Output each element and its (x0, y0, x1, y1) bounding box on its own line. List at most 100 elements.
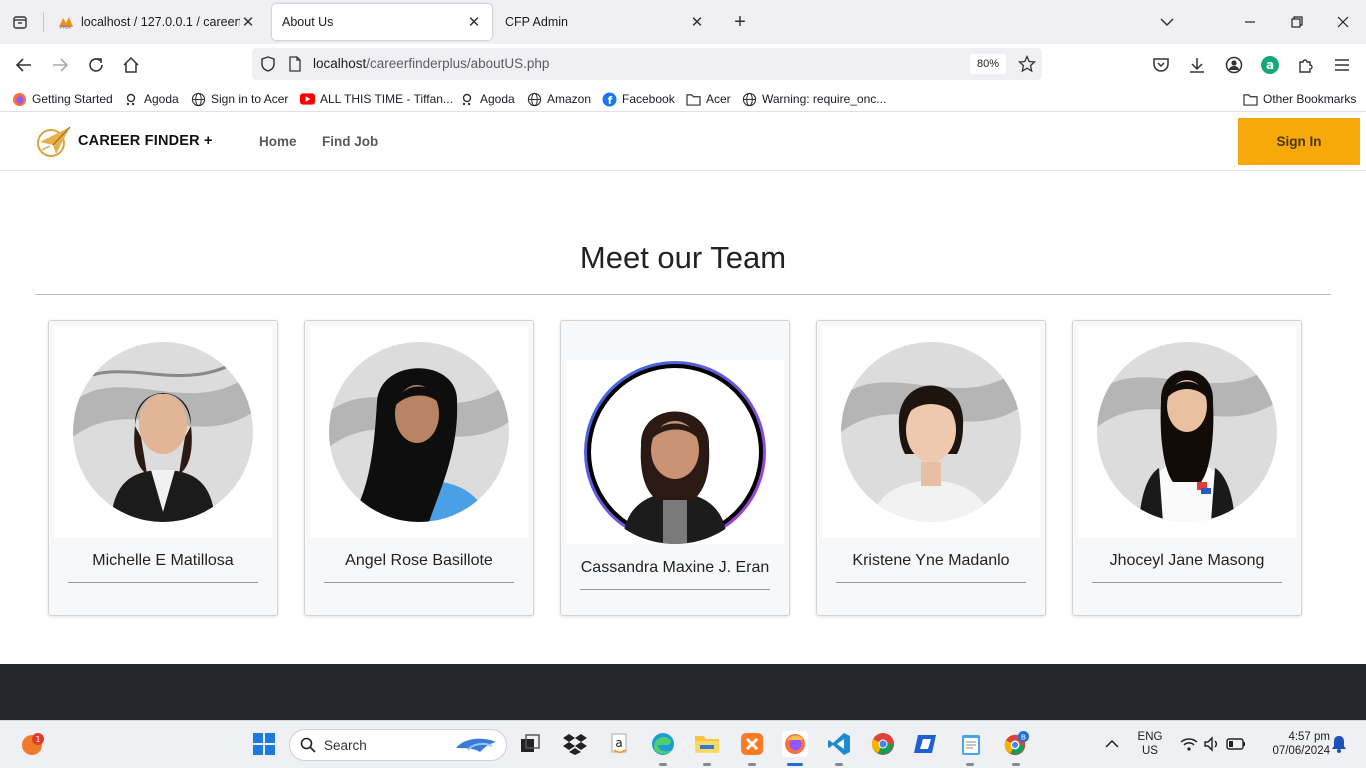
url-text[interactable]: localhost/careerfinderplus/aboutUS.php (313, 56, 549, 71)
clock[interactable]: 4:57 pm 07/06/2024 (1252, 730, 1330, 758)
reload-icon[interactable] (85, 54, 107, 76)
tab-label: CFP Admin (505, 15, 568, 29)
folder-icon (686, 92, 701, 107)
dropbox-icon[interactable] (562, 731, 588, 757)
page-info-icon[interactable] (288, 56, 302, 77)
bookmark-label: Acer (706, 92, 731, 106)
xampp-icon[interactable] (739, 731, 765, 757)
photo-frame (310, 326, 528, 538)
bookmark-all-this-time[interactable]: ALL THIS TIME - Tiffan... (300, 90, 453, 108)
close-icon[interactable]: ✕ (466, 14, 482, 31)
team-member-photo (73, 342, 253, 522)
address-bar[interactable]: localhost/careerfinderplus/aboutUS.php 8… (252, 48, 1042, 80)
notification-count: 1 (35, 735, 40, 744)
team-member-name: Jhoceyl Jane Masong (1109, 552, 1265, 569)
edge-icon[interactable] (650, 731, 676, 757)
menu-hamburger-icon[interactable] (1331, 54, 1353, 76)
bookmark-getting-started[interactable]: Getting Started (12, 90, 113, 108)
windows-start-icon[interactable] (251, 731, 277, 757)
pocket-icon[interactable] (1150, 54, 1172, 76)
bookmark-label: ALL THIS TIME - Tiffan... (320, 92, 453, 106)
tab-list-icon[interactable] (8, 10, 32, 34)
home-icon[interactable] (120, 54, 142, 76)
tab-cfp-admin[interactable]: CFP Admin ✕ (495, 4, 715, 40)
close-icon[interactable]: ✕ (240, 14, 256, 31)
tab-about-us[interactable]: About Us ✕ (272, 4, 492, 40)
close-window-icon[interactable] (1331, 10, 1355, 34)
zoom-level-badge[interactable]: 80% (970, 54, 1006, 74)
vscode-icon[interactable] (826, 731, 852, 757)
brand-name: CAREER FINDER + (78, 133, 213, 149)
nav-home-link[interactable]: Home (259, 134, 297, 149)
minimize-icon[interactable] (1238, 10, 1262, 34)
chevron-down-icon[interactable] (1158, 12, 1176, 32)
battery-icon[interactable] (1223, 731, 1249, 757)
bookmark-star-icon[interactable] (1017, 54, 1037, 78)
url-host: localhost (313, 56, 367, 71)
bookmark-label: Warning: require_onc... (762, 92, 887, 106)
chrome-icon[interactable] (870, 731, 896, 757)
site-logo[interactable]: CAREER FINDER + (36, 124, 213, 158)
bookmark-agoda-2[interactable]: Agoda (460, 90, 515, 108)
facebook-icon: f (602, 91, 617, 107)
clock-date: 07/06/2024 (1272, 745, 1330, 757)
photo-frame (566, 360, 784, 544)
clock-time: 4:57 pm (1288, 731, 1330, 743)
back-arrow-icon[interactable] (13, 54, 35, 76)
file-explorer-icon[interactable] (694, 731, 720, 757)
tab-phpmyadmin[interactable]: PMA localhost / 127.0.0.1 / careerfinder… (48, 4, 266, 40)
taskbar-search-box[interactable]: Search (289, 729, 507, 761)
other-bookmarks-folder[interactable]: Other Bookmarks (1243, 90, 1356, 108)
new-tab-button[interactable]: + (730, 10, 750, 34)
quick-assist-icon[interactable] (914, 731, 940, 757)
restore-icon[interactable] (1285, 10, 1309, 34)
folder-icon (1243, 92, 1258, 107)
chrome-profile-icon[interactable]: B (1003, 731, 1029, 757)
agoda-icon (460, 92, 475, 107)
notification-bell-icon[interactable] (1326, 731, 1352, 757)
title-divider (35, 294, 1331, 295)
browser-tab-strip: PMA localhost / 127.0.0.1 / careerfinder… (0, 0, 1366, 44)
bookmark-folder-acer[interactable]: Acer (686, 90, 731, 108)
bookmark-amazon[interactable]: Amazon (527, 90, 591, 108)
forward-arrow-icon[interactable] (49, 54, 71, 76)
tab-label: localhost / 127.0.0.1 / careerfinderplus (81, 15, 240, 29)
region-code: US (1142, 745, 1158, 757)
bookmark-warning[interactable]: Warning: require_onc... (742, 90, 886, 108)
chevron-up-icon[interactable] (1099, 731, 1125, 757)
shield-icon[interactable] (260, 56, 276, 77)
section-title: Meet our Team (579, 240, 787, 275)
bookmark-facebook[interactable]: f Facebook (602, 90, 675, 108)
amazon-icon[interactable]: a (606, 731, 632, 757)
team-card: Cassandra Maxine J. Eran (560, 320, 790, 616)
sign-in-button[interactable]: Sign In (1238, 118, 1360, 165)
bookmark-label: Agoda (480, 92, 515, 106)
team-member-name: Kristene Yne Madanlo (852, 552, 1010, 569)
bookmark-sign-in-acer[interactable]: Sign in to Acer (191, 90, 288, 108)
globe-icon (191, 92, 206, 107)
youtube-icon (300, 92, 315, 107)
team-member-photo (1097, 342, 1277, 522)
name-divider (580, 589, 770, 590)
nav-find-job-link[interactable]: Find Job (322, 134, 378, 149)
bookmark-label: Other Bookmarks (1263, 92, 1357, 106)
language-indicator[interactable]: ENG US (1132, 730, 1168, 758)
team-member-name: Michelle E Matillosa (92, 552, 234, 569)
team-member-photo (583, 360, 767, 544)
firefox-taskbar-icon[interactable] (782, 731, 808, 757)
volume-icon[interactable] (1199, 731, 1225, 757)
team-card: Kristene Yne Madanlo (816, 320, 1046, 616)
search-placeholder: Search (324, 737, 367, 753)
extensions-puzzle-icon[interactable] (1295, 54, 1317, 76)
svg-text:a: a (1266, 58, 1274, 72)
weather-widget-icon[interactable]: 1 (20, 731, 46, 757)
notepad-icon[interactable] (958, 731, 984, 757)
bookmark-label: Amazon (547, 92, 592, 106)
close-icon[interactable]: ✕ (689, 14, 705, 31)
download-icon[interactable] (1186, 54, 1208, 76)
name-divider (836, 582, 1026, 583)
account-icon[interactable] (1223, 54, 1245, 76)
bookmark-agoda[interactable]: Agoda (124, 90, 179, 108)
task-view-icon[interactable] (517, 731, 543, 757)
extension-a-icon[interactable]: a (1259, 54, 1281, 76)
